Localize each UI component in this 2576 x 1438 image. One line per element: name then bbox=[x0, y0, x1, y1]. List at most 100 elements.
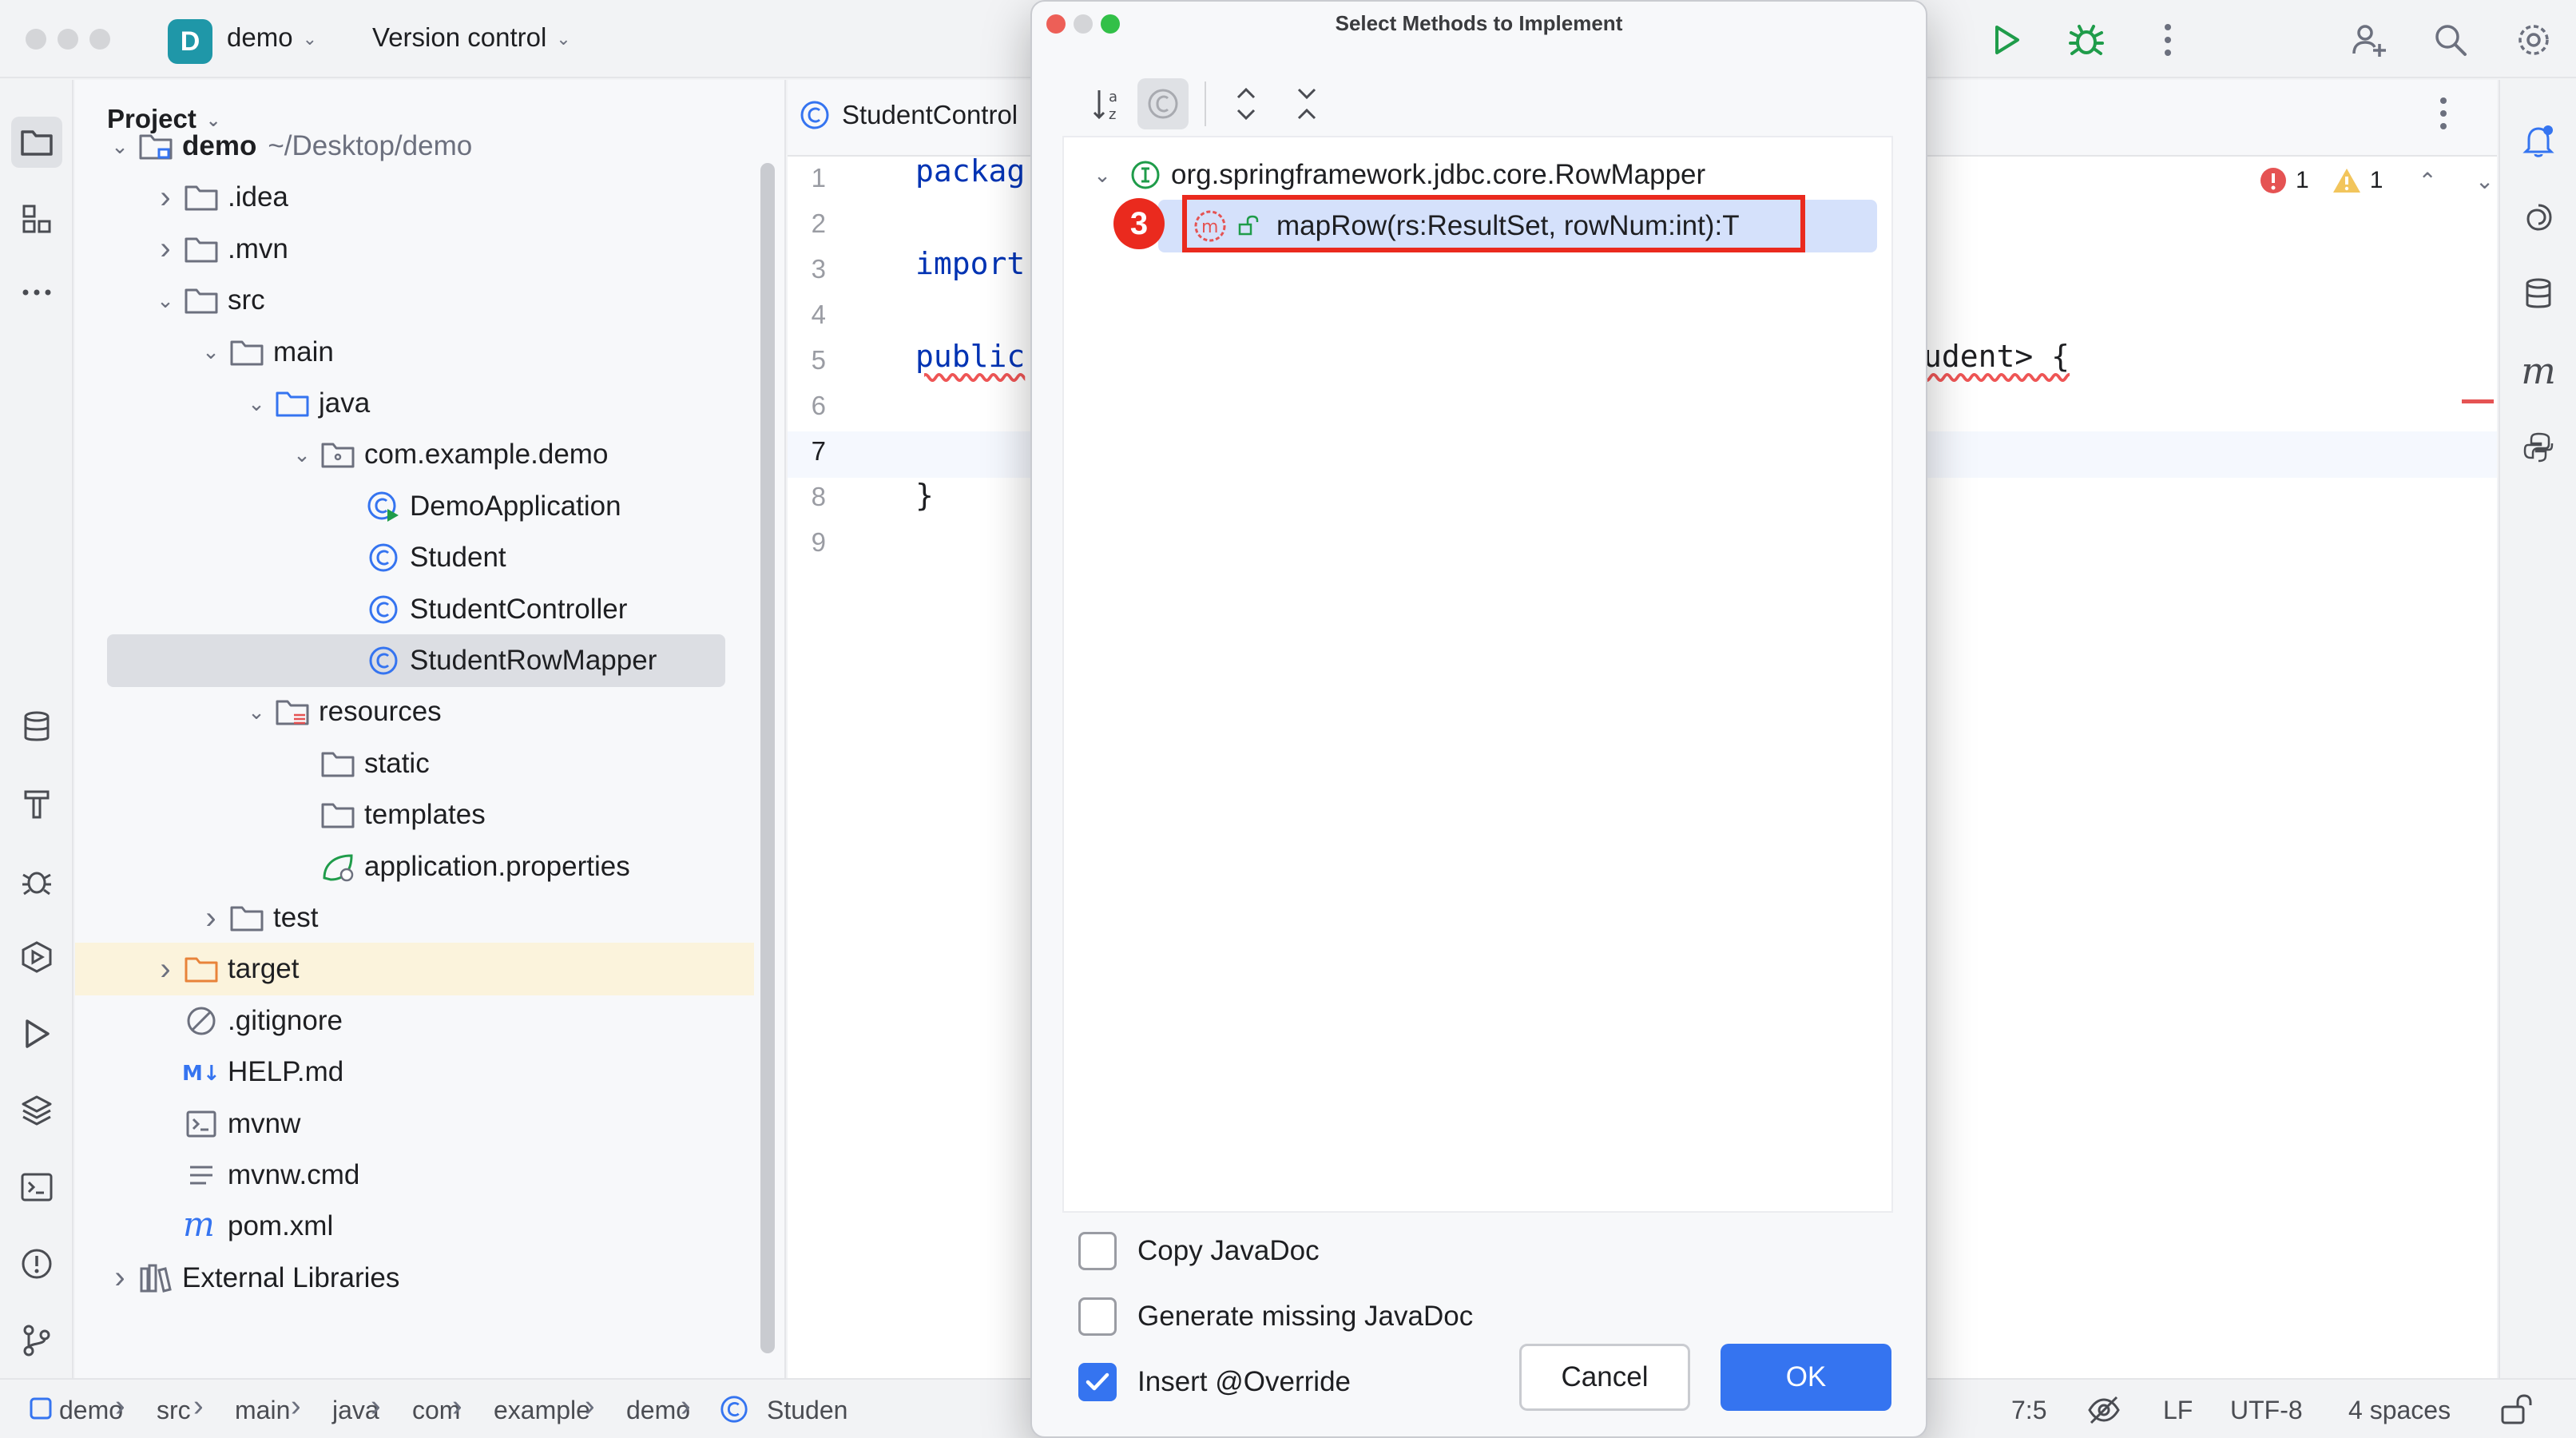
tree-item-java[interactable]: ⌄ java bbox=[240, 379, 370, 428]
chevron-down-icon[interactable]: ⌄ bbox=[286, 443, 318, 467]
sort-alphabetically-icon[interactable]: az bbox=[1083, 78, 1134, 129]
tree-item-studentcontroller[interactable]: StudentController bbox=[331, 585, 627, 634]
chevron-right-icon[interactable]: › bbox=[149, 231, 181, 267]
python-console-icon[interactable] bbox=[2513, 422, 2564, 473]
tree-item-resources[interactable]: ⌄ resources bbox=[240, 687, 442, 737]
run-play-icon[interactable] bbox=[11, 1008, 62, 1059]
ok-button[interactable]: OK bbox=[1721, 1344, 1891, 1411]
tree-item-studentrowmapper[interactable]: StudentRowMapper bbox=[331, 636, 657, 685]
chevron-right-icon[interactable]: › bbox=[149, 951, 181, 987]
code-line-5-tail[interactable]: udent> { bbox=[1923, 339, 2070, 374]
lock-icon[interactable] bbox=[2499, 1392, 2534, 1432]
project-badge[interactable]: D bbox=[168, 19, 212, 64]
chevron-down-icon[interactable]: ⌄ bbox=[149, 288, 181, 313]
version-control-menu[interactable]: Version control ⌄ bbox=[372, 22, 571, 53]
run-icon[interactable] bbox=[1984, 18, 2029, 62]
tree-item-static[interactable]: static bbox=[286, 739, 430, 789]
tree-item-com-example-demo[interactable]: ⌄ com.example.demo bbox=[286, 430, 608, 479]
maven-m-icon[interactable]: m bbox=[2513, 345, 2564, 396]
chevron-down-icon[interactable]: ⌄ bbox=[104, 134, 136, 159]
chevron-down-icon[interactable]: ⌄ bbox=[2475, 168, 2494, 194]
tree-item-target[interactable]: › target bbox=[149, 944, 299, 994]
tree-item-mvn[interactable]: › .mvn bbox=[149, 224, 288, 274]
tree-item-idea[interactable]: › .idea bbox=[149, 173, 288, 222]
error-stripe-marker[interactable] bbox=[2462, 399, 2494, 403]
debug-icon[interactable] bbox=[2064, 18, 2109, 62]
tree-item-demo[interactable]: ⌄ demo ~/Desktop/demo bbox=[104, 121, 472, 171]
build-hammer-icon[interactable] bbox=[11, 778, 62, 829]
notifications-bell-icon[interactable] bbox=[2513, 115, 2564, 166]
chevron-right-icon[interactable]: › bbox=[104, 1260, 136, 1296]
tree-item-application-properties[interactable]: application.properties bbox=[286, 842, 630, 892]
settings-gear-icon[interactable] bbox=[2511, 18, 2556, 62]
tree-item-student[interactable]: Student bbox=[331, 533, 506, 582]
copy-javadoc-checkbox[interactable] bbox=[1078, 1232, 1117, 1270]
structure-icon[interactable] bbox=[11, 193, 62, 244]
cancel-button[interactable]: Cancel bbox=[1519, 1344, 1690, 1411]
editor-more-icon[interactable] bbox=[2439, 96, 2447, 135]
tree-item-external-libraries[interactable]: › External Libraries bbox=[104, 1253, 399, 1303]
code-line-8[interactable]: } bbox=[915, 478, 934, 513]
breadcrumb-item[interactable]: demo bbox=[59, 1396, 123, 1425]
window-zoom-button[interactable] bbox=[89, 29, 110, 50]
collapse-all-icon[interactable] bbox=[1281, 78, 1332, 129]
generate-javadoc-checkbox[interactable] bbox=[1078, 1297, 1117, 1336]
window-close-button[interactable] bbox=[26, 29, 46, 50]
window-minimize-button[interactable] bbox=[58, 29, 78, 50]
tree-item-mvnw-cmd[interactable]: mvnw.cmd bbox=[149, 1150, 359, 1200]
project-folder-icon[interactable] bbox=[11, 117, 62, 168]
tree-item-pom-xml[interactable]: m pom.xml bbox=[149, 1202, 333, 1251]
debug-bug-icon[interactable] bbox=[11, 855, 62, 906]
interface-node-rowmapper[interactable]: ⌄ org.springframework.jdbc.core.RowMappe… bbox=[1086, 150, 1705, 200]
project-switcher[interactable]: demo ⌄ bbox=[227, 22, 317, 53]
chevron-up-icon[interactable]: ⌃ bbox=[2418, 168, 2436, 194]
expand-all-icon[interactable] bbox=[1221, 78, 1272, 129]
indent-setting[interactable]: 4 spaces bbox=[2348, 1396, 2451, 1425]
chevron-right-icon[interactable]: › bbox=[195, 900, 227, 936]
tree-item-main[interactable]: ⌄ main bbox=[195, 328, 334, 377]
more-actions-icon[interactable] bbox=[2145, 18, 2190, 62]
tree-item-src[interactable]: ⌄ src bbox=[149, 276, 265, 325]
code-line-5[interactable]: public bbox=[915, 339, 1025, 374]
breadcrumb-item[interactable]: main bbox=[235, 1396, 290, 1425]
services-play-icon[interactable] bbox=[11, 932, 62, 983]
chevron-down-icon[interactable]: ⌄ bbox=[240, 700, 272, 725]
tree-item-test[interactable]: › test bbox=[195, 893, 318, 943]
tree-item-mvnw[interactable]: mvnw bbox=[149, 1099, 300, 1149]
chevron-down-icon[interactable]: ⌄ bbox=[195, 340, 227, 364]
problems-icon[interactable] bbox=[11, 1238, 62, 1289]
breadcrumb-item[interactable]: Studen bbox=[767, 1396, 847, 1425]
editor-tab-studentcontroller[interactable]: StudentControl bbox=[799, 99, 1018, 131]
project-tree-scrollbar[interactable] bbox=[760, 163, 775, 1353]
ai-assistant-spiral-icon[interactable] bbox=[2513, 192, 2564, 243]
tree-item-templates[interactable]: templates bbox=[286, 790, 486, 840]
add-user-icon[interactable] bbox=[2347, 18, 2391, 62]
more-tools-icon[interactable] bbox=[11, 267, 62, 318]
database-icon[interactable] bbox=[2513, 268, 2564, 320]
breadcrumb-item[interactable]: src bbox=[157, 1396, 191, 1425]
code-line-1[interactable]: packag bbox=[915, 153, 1025, 189]
line-separator[interactable]: LF bbox=[2163, 1396, 2193, 1425]
tree-item-demoapplication[interactable]: DemoApplication bbox=[331, 482, 621, 531]
insert-override-checkbox[interactable] bbox=[1078, 1363, 1117, 1401]
caret-position[interactable]: 7:5 bbox=[2011, 1396, 2046, 1425]
chevron-down-icon[interactable]: ⌄ bbox=[1086, 163, 1118, 188]
chevron-down-icon[interactable]: ⌄ bbox=[240, 391, 272, 416]
services-database-icon[interactable] bbox=[11, 701, 62, 753]
insert-override-option[interactable]: Insert @Override bbox=[1078, 1360, 1351, 1404]
generate-javadoc-option[interactable]: Generate missing JavaDoc bbox=[1078, 1294, 1473, 1339]
layers-icon[interactable] bbox=[11, 1085, 62, 1136]
show-classes-icon[interactable] bbox=[1137, 78, 1189, 129]
inspection-widget[interactable]: 1 1 ⌃ ⌄ bbox=[2259, 166, 2494, 195]
breadcrumb-item[interactable]: example bbox=[494, 1396, 590, 1425]
terminal-icon[interactable] bbox=[11, 1162, 62, 1213]
code-line-3[interactable]: import bbox=[915, 246, 1025, 281]
git-branch-icon[interactable] bbox=[11, 1315, 62, 1366]
chevron-right-icon[interactable]: › bbox=[149, 180, 181, 216]
copy-javadoc-option[interactable]: Copy JavaDoc bbox=[1078, 1229, 1320, 1273]
tree-item-gitignore[interactable]: .gitignore bbox=[149, 996, 343, 1046]
tree-item-help-md[interactable]: M↓ HELP.md bbox=[149, 1047, 343, 1097]
file-encoding[interactable]: UTF-8 bbox=[2230, 1396, 2303, 1425]
search-icon[interactable] bbox=[2428, 18, 2473, 62]
read-only-eye-icon[interactable] bbox=[2086, 1394, 2122, 1432]
